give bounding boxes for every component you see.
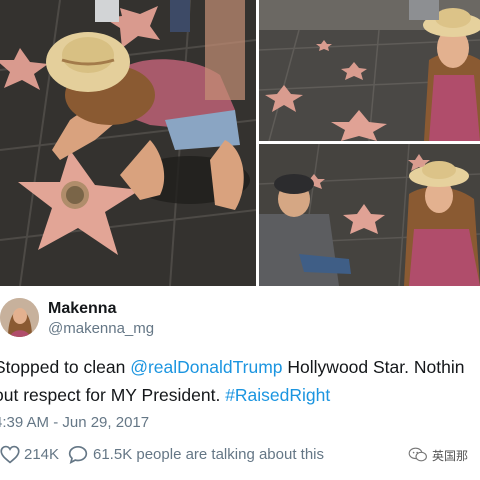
- tweet-line-1: Stopped to clean @realDonaldTrump Hollyw…: [0, 353, 480, 381]
- photo-grid[interactable]: [0, 0, 480, 286]
- talking-count: 61.5K people are talking about this: [93, 445, 324, 463]
- tweet-author[interactable]: Makenna @makenna_mg: [0, 298, 480, 344]
- hashtag-link[interactable]: #RaisedRight: [225, 385, 330, 405]
- tweet-text: Stopped to clean @realDonaldTrump Hollyw…: [0, 353, 480, 409]
- photo-selfie-stars[interactable]: [259, 0, 480, 141]
- like-button[interactable]: 214K: [0, 443, 59, 465]
- photo-cleaning-star[interactable]: [0, 0, 256, 286]
- tweet-text-prefix: Stopped to clean: [0, 357, 131, 377]
- tweet-text-suffix: Hollywood Star. Nothin: [282, 357, 465, 377]
- like-count: 214K: [24, 445, 60, 463]
- tweet-timestamp[interactable]: 4:39 AM - Jun 29, 2017: [0, 414, 149, 431]
- photo-couple-star[interactable]: [259, 144, 480, 286]
- mention-link[interactable]: @realDonaldTrump: [130, 357, 282, 377]
- tweet-text-prefix-2: out respect for MY President.: [0, 385, 226, 405]
- tweet-line-2: out respect for MY President. #RaisedRig…: [0, 381, 480, 409]
- wechat-icon: [408, 447, 427, 462]
- watermark: 英国那: [408, 446, 468, 464]
- watermark-text: 英国那: [432, 448, 469, 463]
- comment-button[interactable]: 61.5K people are talking about this: [68, 443, 324, 465]
- avatar[interactable]: [0, 298, 39, 337]
- user-handle[interactable]: @makenna_mg: [48, 320, 154, 337]
- heart-icon: [0, 445, 20, 464]
- display-name[interactable]: Makenna: [48, 300, 116, 318]
- comment-icon: [68, 445, 88, 464]
